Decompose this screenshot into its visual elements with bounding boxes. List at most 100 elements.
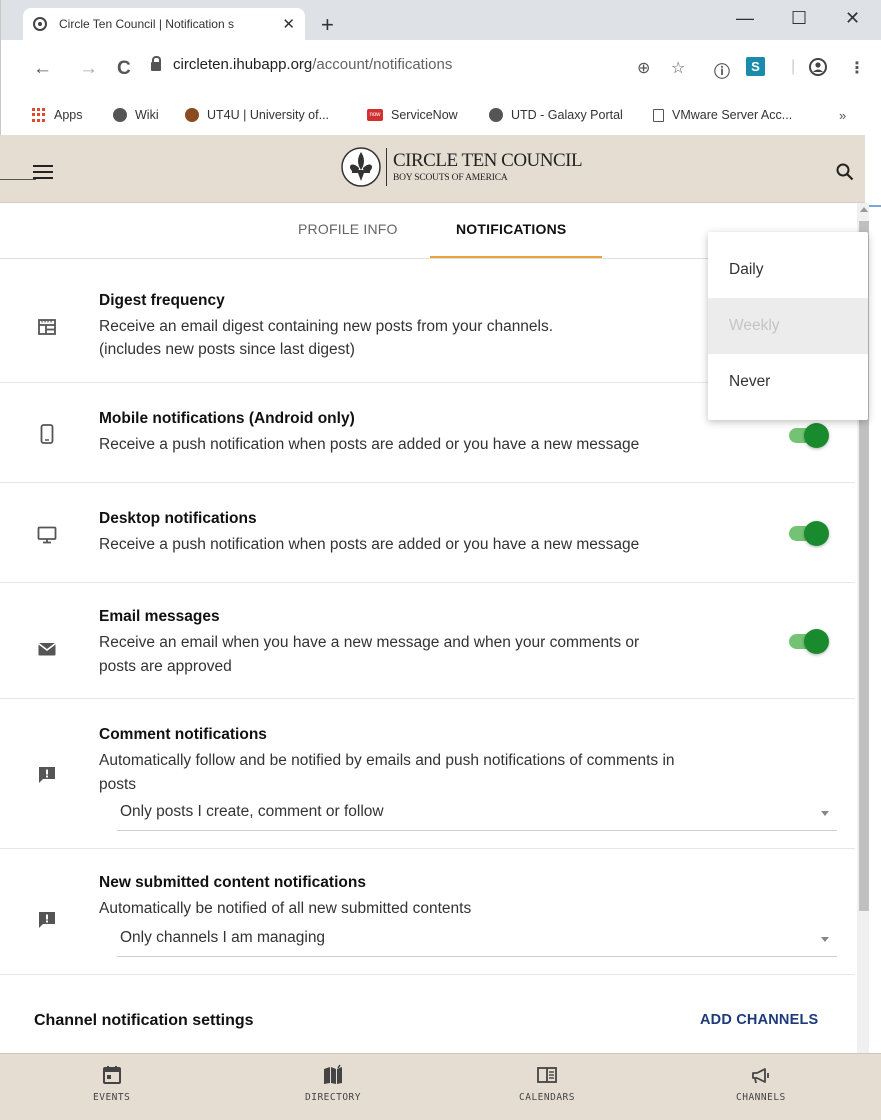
desktop-notifications-row: Desktop notifications Receive a push not… <box>0 483 855 583</box>
bookmarks-bar: Apps Wiki UT4U | University of... now Se… <box>1 100 881 134</box>
window-close-button[interactable]: ✕ <box>845 8 860 29</box>
scroll-up-arrow[interactable] <box>860 207 868 212</box>
extension-s-icon[interactable]: S <box>746 57 765 76</box>
hamburger-menu-icon[interactable] <box>33 165 53 179</box>
toolbar-divider: | <box>791 58 796 75</box>
submitted-title: New submitted content notifications <box>99 874 366 891</box>
comment-desc-2: posts <box>99 776 137 793</box>
bookmark-wiki[interactable]: Wiki <box>113 108 159 122</box>
dropdown-caret-icon <box>821 937 829 942</box>
mobile-title: Mobile notifications (Android only) <box>99 410 355 427</box>
calendar-icon <box>102 1066 121 1084</box>
browser-tab[interactable]: Circle Ten Council | Notification s ✕ <box>23 8 305 40</box>
select-value: Only channels I am managing <box>120 929 326 946</box>
back-button[interactable]: ← <box>33 58 52 80</box>
desktop-notifications-toggle[interactable] <box>787 519 829 547</box>
tab-profile-info[interactable]: PROFILE INFO <box>298 221 398 237</box>
add-channels-button[interactable]: ADD CHANNELS <box>700 1012 818 1028</box>
email-messages-toggle[interactable] <box>787 627 829 655</box>
tab-notifications[interactable]: NOTIFICATIONS <box>456 221 566 237</box>
toggle-knob <box>804 629 829 654</box>
bookmark-ut4u[interactable]: UT4U | University of... <box>185 108 329 122</box>
document-icon <box>653 108 664 122</box>
bottom-navigation: EVENTS DIRECTORY CALENDARS CHANNELS <box>0 1053 881 1120</box>
maximize-button[interactable]: ☐ <box>791 8 807 29</box>
menu-option-daily[interactable]: Daily <box>708 242 868 298</box>
profile-icon[interactable] <box>809 58 827 81</box>
comment-notifications-select[interactable]: Only posts I create, comment or follow <box>117 797 837 831</box>
new-tab-button[interactable]: + <box>321 14 334 36</box>
bookmark-vmware[interactable]: VMware Server Acc... <box>653 108 792 122</box>
council-logo[interactable]: CIRCLE TEN COUNCIL BOY SCOUTS OF AMERICA <box>340 146 583 188</box>
logo-divider <box>386 148 387 186</box>
megaphone-icon <box>751 1068 769 1084</box>
nav-directory-label: DIRECTORY <box>305 1092 361 1103</box>
fleur-de-lis-icon <box>341 147 381 187</box>
servicenow-icon: now <box>367 109 383 121</box>
nav-calendars[interactable]: CALENDARS <box>519 1064 575 1103</box>
bookmark-apps[interactable]: Apps <box>32 108 83 122</box>
lock-icon <box>151 56 161 71</box>
install-icon[interactable]: ⊕ <box>637 58 650 78</box>
org-name: CIRCLE TEN COUNCIL <box>393 150 583 171</box>
menu-option-never[interactable]: Never <box>708 354 868 410</box>
forward-button[interactable]: → <box>79 58 98 80</box>
mobile-desc: Receive a push notification when posts a… <box>99 436 640 453</box>
nav-events-label: EVENTS <box>93 1092 131 1103</box>
tab-strip: Circle Ten Council | Notification s ✕ + … <box>1 0 881 40</box>
book-open-icon <box>537 1067 557 1083</box>
window-edge <box>869 205 881 220</box>
menu-option-weekly[interactable]: Weekly <box>708 298 868 354</box>
address-bar-row: ← → C circleten.ihubapp.org /account/not… <box>1 40 881 100</box>
dropdown-caret-icon <box>821 811 829 816</box>
globe-icon <box>33 17 47 31</box>
bookmark-servicenow[interactable]: now ServiceNow <box>367 108 458 122</box>
comment-notifications-row: Comment notifications Automatically foll… <box>0 699 855 849</box>
star-icon[interactable]: ☆ <box>671 58 685 78</box>
smartphone-icon <box>40 424 54 444</box>
submitted-content-row: New submitted content notifications Auto… <box>0 849 855 975</box>
nav-directory[interactable]: DIRECTORY <box>305 1064 361 1103</box>
digest-desc-2: (includes new posts since last digest) <box>99 341 355 358</box>
reload-button[interactable]: C <box>117 58 131 80</box>
tab-title: Circle Ten Council | Notification s <box>59 17 234 31</box>
submitted-content-select[interactable]: Only channels I am managing <box>117 923 837 957</box>
bookmarks-overflow-button[interactable]: » <box>839 108 846 123</box>
globe-icon <box>489 108 503 122</box>
toggle-knob <box>804 423 829 448</box>
select-value: Only posts I create, comment or follow <box>120 803 384 820</box>
globe-icon <box>113 108 127 122</box>
channel-settings-heading: Channel notification settings <box>34 1012 254 1029</box>
submitted-desc: Automatically be notified of all new sub… <box>99 900 472 917</box>
map-book-icon <box>323 1064 342 1084</box>
url-host: circleten.ihubapp.org <box>173 56 313 73</box>
email-title: Email messages <box>99 608 220 625</box>
url-path: /account/notifications <box>312 56 453 73</box>
extension-icon[interactable]: ⓘ <box>714 58 730 82</box>
divider-line <box>0 179 36 180</box>
bookmark-galaxy[interactable]: UTD - Galaxy Portal <box>489 108 623 122</box>
nav-channels[interactable]: CHANNELS <box>736 1064 786 1103</box>
digest-frequency-menu: Daily Weekly Never <box>708 232 868 420</box>
search-icon[interactable] <box>836 163 854 181</box>
feedback-icon <box>39 912 55 928</box>
active-tab-indicator <box>430 256 602 258</box>
apps-grid-icon <box>32 108 46 122</box>
email-desc-2: posts are approved <box>99 658 232 675</box>
email-messages-row: Email messages Receive an email when you… <box>0 583 855 699</box>
minimize-button[interactable]: — <box>736 8 754 29</box>
nav-channels-label: CHANNELS <box>736 1092 786 1103</box>
browser-chrome: Circle Ten Council | Notification s ✕ + … <box>0 0 881 135</box>
menu-kebab-icon[interactable]: ⋮ <box>849 58 865 78</box>
digest-title: Digest frequency <box>99 292 225 309</box>
comment-desc: Automatically follow and be notified by … <box>99 752 675 769</box>
monitor-icon <box>37 526 57 544</box>
org-subtitle: BOY SCOUTS OF AMERICA <box>393 173 508 183</box>
toggle-knob <box>804 521 829 546</box>
nav-events[interactable]: EVENTS <box>93 1064 130 1103</box>
nav-calendars-label: CALENDARS <box>519 1092 575 1103</box>
mobile-notifications-toggle[interactable] <box>787 421 829 449</box>
tab-close-button[interactable]: ✕ <box>282 15 295 33</box>
url-field[interactable]: circleten.ihubapp.org /account/notificat… <box>151 56 452 73</box>
university-seal-icon <box>185 108 199 122</box>
